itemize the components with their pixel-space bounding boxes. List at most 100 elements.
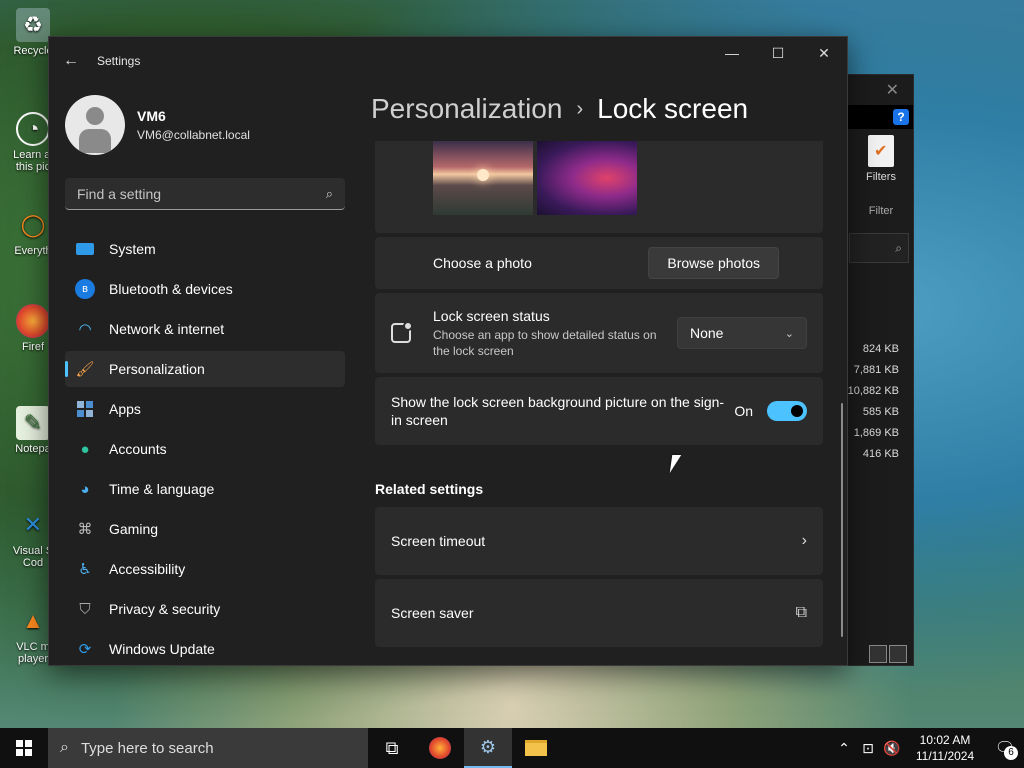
- sidebar-item-label: Network & internet: [109, 321, 225, 337]
- help-icon[interactable]: ?: [893, 109, 909, 125]
- shield-icon: ⛉: [79, 600, 91, 618]
- explorer-close-icon[interactable]: ✕: [886, 80, 899, 100]
- volume-muted-icon[interactable]: 🔇: [880, 740, 904, 757]
- signin-background-row: Show the lock screen background picture …: [375, 377, 823, 445]
- dropdown-selected-value: None: [690, 325, 724, 341]
- title-bar: ← Settings — ☐ ✕: [49, 37, 847, 85]
- sidebar-item-network[interactable]: ◠ Network & internet: [65, 311, 345, 347]
- accessibility-icon: ♿: [78, 561, 92, 578]
- search-icon: ⌕: [895, 241, 902, 255]
- avatar: [65, 95, 125, 155]
- sidebar-item-label: Personalization: [109, 361, 205, 377]
- browse-photos-button[interactable]: Browse photos: [648, 247, 779, 279]
- gamepad-icon: ⌘: [77, 521, 93, 538]
- clock-time: 10:02 AM: [919, 733, 971, 747]
- sidebar-item-bluetooth[interactable]: ʙ Bluetooth & devices: [65, 271, 345, 307]
- minimize-icon: —: [725, 45, 739, 61]
- maximize-button[interactable]: ☐: [755, 37, 801, 69]
- gear-icon: ⚙: [479, 736, 497, 757]
- sidebar-item-gaming[interactable]: ⌘ Gaming: [65, 511, 345, 547]
- maximize-icon: ☐: [771, 44, 785, 61]
- related-settings-heading: Related settings: [375, 481, 484, 497]
- close-icon: ✕: [818, 44, 830, 61]
- external-link-icon: ⧉: [795, 604, 807, 621]
- taskbar-search[interactable]: ⌕ Type here to search: [48, 728, 368, 768]
- file-size: 10,882 KB: [847, 385, 899, 397]
- sidebar-item-system[interactable]: System: [65, 231, 345, 267]
- settings-taskbar-button[interactable]: ⚙: [464, 728, 512, 768]
- chevron-down-icon: ⌄: [784, 327, 794, 340]
- screen-timeout-label: Screen timeout: [391, 533, 486, 549]
- choose-photo-label: Choose a photo: [433, 255, 532, 271]
- breadcrumb-parent[interactable]: Personalization: [371, 93, 562, 125]
- lock-status-dropdown[interactable]: None ⌄: [677, 317, 807, 349]
- search-input[interactable]: [77, 185, 297, 202]
- screen-saver-label: Screen saver: [391, 605, 474, 621]
- sidebar-item-label: Windows Update: [109, 641, 215, 657]
- sidebar-item-windows-update[interactable]: ⟳ Windows Update: [65, 631, 345, 665]
- signin-background-label: Show the lock screen background picture …: [391, 394, 725, 428]
- settings-window: ← Settings — ☐ ✕ VM6 VM6@collabnet.local…: [48, 36, 848, 666]
- wifi-icon: ◠: [78, 321, 92, 338]
- sidebar-item-personalization[interactable]: 🖌 Personalization: [65, 351, 345, 387]
- sidebar-item-accounts[interactable]: ● Accounts: [65, 431, 345, 467]
- task-view-button[interactable]: ⧉: [368, 728, 416, 768]
- signin-background-toggle[interactable]: [767, 401, 807, 421]
- firefox-icon: [16, 304, 50, 338]
- file-size: 416 KB: [862, 448, 899, 460]
- recent-picture-thumbnail[interactable]: [433, 141, 533, 215]
- window-controls: — ☐ ✕: [709, 37, 847, 69]
- camera-icon: ◔: [16, 112, 50, 146]
- sidebar-item-time-language[interactable]: ◕ Time & language: [65, 471, 345, 507]
- close-button[interactable]: ✕: [801, 37, 847, 69]
- sidebar-item-accessibility[interactable]: ♿ Accessibility: [65, 551, 345, 587]
- lock-status-description: Choose an app to show detailed status on…: [433, 327, 657, 358]
- filters-button[interactable]: Filters: [851, 135, 911, 183]
- task-view-icon: ⧉: [385, 737, 399, 758]
- explorer-search-box[interactable]: ⌕: [849, 233, 909, 263]
- firefox-icon: [429, 737, 451, 759]
- file-explorer-taskbar-button[interactable]: [512, 728, 560, 768]
- toggle-state-label: On: [734, 403, 753, 419]
- recent-picture-thumbnail[interactable]: [537, 141, 637, 215]
- file-size: 7,881 KB: [853, 364, 899, 376]
- search-icon: ⌕: [60, 739, 69, 756]
- filter-group-label: Filter: [868, 205, 894, 217]
- user-email: VM6@collabnet.local: [137, 128, 250, 142]
- clock[interactable]: 10:02 AM 11/11/2024: [910, 732, 980, 764]
- minimize-button[interactable]: —: [709, 37, 755, 69]
- search-icon[interactable]: ⌕: [326, 186, 333, 202]
- sidebar-item-label: Apps: [109, 401, 141, 417]
- recycle-bin-icon: ♻: [16, 8, 50, 42]
- user-profile[interactable]: VM6 VM6@collabnet.local: [65, 95, 250, 155]
- sidebar-item-privacy[interactable]: ⛉ Privacy & security: [65, 591, 345, 627]
- view-toggle: [869, 645, 907, 663]
- chevron-up-icon[interactable]: ⌃: [832, 740, 856, 757]
- sidebar-item-label: Privacy & security: [109, 601, 221, 617]
- screen-timeout-link[interactable]: Screen timeout ›: [375, 507, 823, 575]
- search-app-icon: ◯: [20, 212, 46, 237]
- screen-saver-link[interactable]: Screen saver ⧉: [375, 579, 823, 647]
- clock-date: 11/11/2024: [915, 749, 975, 763]
- sidebar-item-apps[interactable]: Apps: [65, 391, 345, 427]
- firefox-taskbar-button[interactable]: [416, 728, 464, 768]
- file-size-column: 824 KB 7,881 KB 10,882 KB 585 KB 1,869 K…: [848, 339, 899, 465]
- start-button[interactable]: [0, 728, 48, 768]
- content-scrollbar[interactable]: [841, 403, 843, 637]
- update-icon: ⟳: [78, 641, 92, 658]
- large-icons-view-icon[interactable]: [889, 645, 907, 663]
- network-icon[interactable]: ⊡: [856, 740, 880, 757]
- file-size: 585 KB: [862, 406, 899, 418]
- accounts-icon: ●: [80, 440, 90, 458]
- back-button[interactable]: ←: [49, 37, 93, 85]
- sidebar-item-label: Gaming: [109, 521, 159, 537]
- settings-content: Choose a photo Browse photos Lock screen…: [375, 141, 823, 651]
- find-setting-box: ⌕: [65, 178, 345, 210]
- sidebar-item-label: Accessibility: [109, 561, 186, 577]
- taskbar-search-text: Type here to search: [80, 739, 214, 757]
- brush-icon: 🖌: [75, 361, 95, 378]
- notification-center-button[interactable]: 🗨 6: [986, 728, 1024, 768]
- filters-icon: [868, 135, 894, 167]
- details-view-icon[interactable]: [869, 645, 887, 663]
- windows-logo-icon: [16, 740, 32, 756]
